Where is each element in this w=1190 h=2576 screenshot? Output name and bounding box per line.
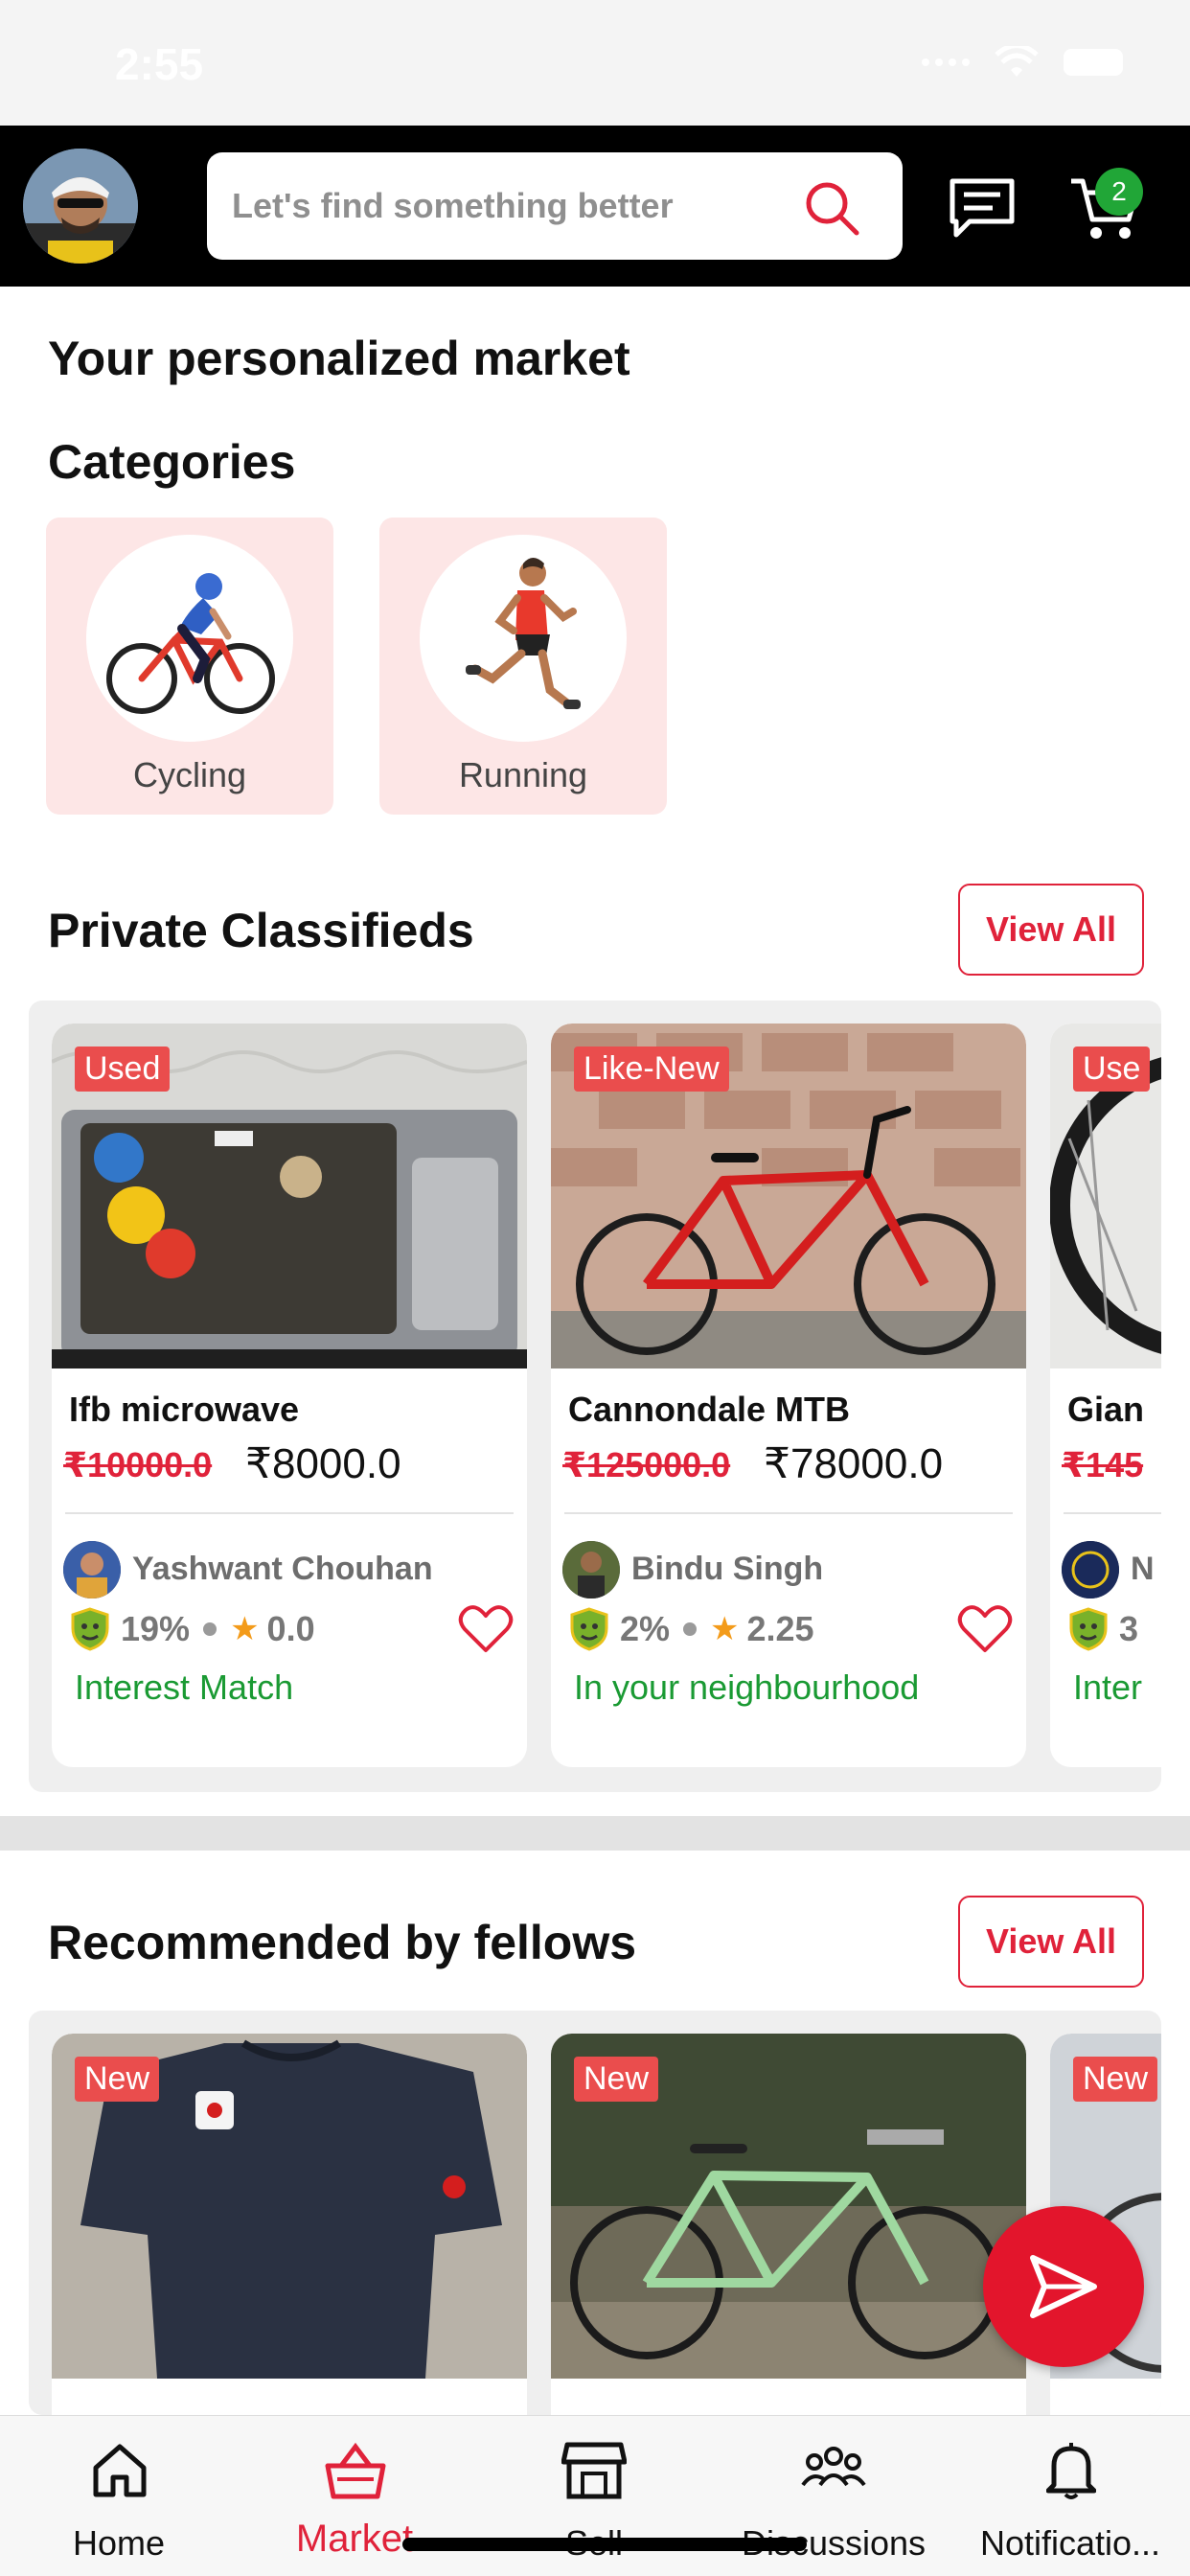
page-title: Your personalized market (48, 332, 630, 385)
send-fab-button[interactable] (983, 2206, 1144, 2367)
seller-avatar[interactable] (63, 1541, 121, 1598)
status-bar: 2:55 (0, 0, 1190, 126)
divider (564, 1512, 1013, 1514)
product-card[interactable]: New (551, 2034, 1026, 2415)
condition-badge: New (574, 2057, 659, 2102)
category-running[interactable]: Running (379, 518, 667, 815)
home-icon (93, 2444, 147, 2497)
categories-title: Categories (48, 435, 296, 489)
match-tag: Inter (1073, 1668, 1143, 1707)
wifi-icon (995, 46, 1039, 77)
category-label: Running (458, 755, 588, 794)
nav-market[interactable]: Market (278, 2416, 431, 2576)
favorite-heart-icon[interactable] (458, 1604, 514, 1654)
bell-icon (1046, 2443, 1096, 2499)
product-card[interactable]: Use Gian ₹145 N 3 Inter (1050, 1024, 1161, 1767)
trust-score: 19% (121, 1609, 191, 1648)
trust-score: 2% (620, 1609, 671, 1648)
status-time: 2:55 (115, 39, 204, 89)
view-all-recommended-button[interactable]: View All (958, 1896, 1144, 1988)
favorite-heart-icon[interactable] (957, 1604, 1013, 1654)
seller-name[interactable]: N (1131, 1551, 1155, 1588)
seller-avatar[interactable] (1062, 1541, 1119, 1598)
top-header: 2 (0, 126, 1190, 287)
star-icon: ★ (710, 1611, 740, 1647)
section-divider (0, 1816, 1190, 1851)
view-all-classifieds-button[interactable]: View All (958, 884, 1144, 976)
seller-stats: 19% ★ 0.0 (71, 1602, 315, 1656)
seller-avatar[interactable] (562, 1541, 620, 1598)
chat-icon[interactable] (949, 177, 1016, 239)
product-card[interactable]: Used Ifb microwave ₹10000.0 ₹8000.0 Yash… (52, 1024, 527, 1767)
sale-price: ₹8000.0 (245, 1440, 401, 1487)
product-image: Like-New (551, 1024, 1026, 1368)
rating: 2.25 (746, 1609, 814, 1648)
search-input[interactable] (232, 152, 788, 260)
recommended-title: Recommended by fellows (48, 1916, 637, 1969)
send-icon (1030, 2255, 1097, 2318)
condition-badge: Use (1073, 1046, 1151, 1092)
shield-icon (71, 1607, 109, 1651)
status-icons (922, 46, 1123, 79)
condition-badge: Like-New (574, 1046, 729, 1092)
product-card[interactable]: Like-New Cannondale MTB ₹125000.0 ₹78000… (551, 1024, 1026, 1767)
nav-home[interactable]: Home (42, 2416, 195, 2576)
product-image: New (52, 2034, 527, 2379)
product-title: Cannondale MTB (568, 1390, 850, 1429)
avatar[interactable] (23, 149, 138, 264)
divider (1064, 1512, 1161, 1514)
product-card[interactable]: New (52, 2034, 527, 2415)
store-icon (561, 2442, 627, 2499)
shield-icon (1069, 1607, 1108, 1651)
nav-label: Home (72, 2523, 166, 2563)
original-price: ₹10000.0 (63, 1445, 213, 1484)
home-indicator (402, 2538, 807, 2551)
separator-dot (203, 1622, 217, 1636)
rating: 0.0 (266, 1609, 315, 1648)
signal-icon (922, 58, 970, 66)
search-icon[interactable] (803, 179, 860, 237)
search-bar[interactable] (207, 152, 903, 260)
trust-score: 3 (1119, 1609, 1139, 1648)
cart-count-badge: 2 (1095, 168, 1143, 216)
product-image: New (551, 2034, 1026, 2379)
private-classifieds-title: Private Classifieds (48, 904, 474, 957)
divider (65, 1512, 514, 1514)
nav-label: Notificatio... (979, 2523, 1161, 2563)
star-icon: ★ (230, 1611, 260, 1647)
sale-price: ₹78000.0 (764, 1440, 944, 1487)
category-label: Cycling (132, 755, 247, 794)
basket-icon (325, 2442, 386, 2499)
condition-badge: New (75, 2057, 160, 2102)
seller-stats: 2% ★ 2.25 (570, 1602, 814, 1656)
recommended-carousel[interactable]: New New New (29, 2011, 1161, 2415)
people-icon (801, 2447, 866, 2487)
match-tag: Interest Match (75, 1668, 294, 1707)
seller-stats: 3 (1069, 1602, 1138, 1656)
classifieds-carousel[interactable]: Used Ifb microwave ₹10000.0 ₹8000.0 Yash… (29, 1000, 1161, 1792)
cyclist-icon (86, 535, 293, 742)
nav-sell[interactable]: Sell (517, 2416, 671, 2576)
product-title: Gian (1067, 1390, 1145, 1429)
original-price: ₹125000.0 (562, 1445, 731, 1484)
category-cycling[interactable]: Cycling (46, 518, 333, 815)
seller-name[interactable]: Yashwant Chouhan (132, 1551, 433, 1588)
shield-icon (570, 1607, 608, 1651)
product-image: Used (52, 1024, 527, 1368)
product-title: Ifb microwave (69, 1390, 300, 1429)
seller-name[interactable]: Bindu Singh (631, 1551, 823, 1588)
match-tag: In your neighbourhood (574, 1668, 920, 1707)
separator-dot (683, 1622, 698, 1636)
condition-badge: New (1073, 2057, 1158, 2102)
runner-icon (420, 535, 627, 742)
bottom-nav: Home Market Sell Discussions Notificatio… (0, 2415, 1190, 2576)
battery-icon (1064, 49, 1123, 76)
original-price: ₹145 (1062, 1445, 1144, 1484)
nav-discussions[interactable]: Discussions (728, 2416, 939, 2576)
nav-notifications[interactable]: Notificatio... (968, 2416, 1173, 2576)
product-image: Use (1050, 1024, 1161, 1368)
condition-badge: Used (75, 1046, 171, 1092)
